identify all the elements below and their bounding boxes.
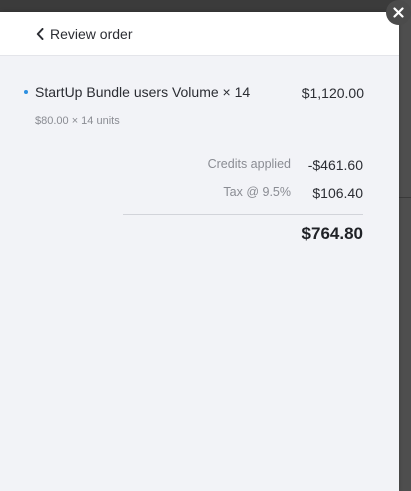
tax-row: Tax @ 9.5% $106.40 xyxy=(103,185,363,203)
chevron-left-icon xyxy=(36,28,44,40)
line-item-amount: $1,120.00 xyxy=(301,85,364,101)
back-button-label: Review order xyxy=(50,26,133,42)
close-button[interactable] xyxy=(386,0,411,25)
credits-label: Credits applied xyxy=(207,157,291,171)
line-item-name: StartUp Bundle users Volume × 14 xyxy=(35,84,251,100)
review-order-drawer: Review order StartUp Bundle users Volume… xyxy=(0,12,399,491)
back-button[interactable]: Review order xyxy=(36,24,132,44)
bullet-icon xyxy=(24,90,28,94)
tax-value: $106.40 xyxy=(312,185,363,201)
modal-backdrop xyxy=(0,0,411,12)
summary-divider xyxy=(123,214,363,215)
order-total: $764.80 xyxy=(301,224,363,243)
tax-label: Tax @ 9.5% xyxy=(223,185,291,199)
credits-value: -$461.60 xyxy=(307,157,363,173)
drawer-header: Review order xyxy=(0,12,399,56)
line-item-detail: $80.00 × 14 units xyxy=(35,115,120,127)
modal-backdrop-edge xyxy=(399,0,411,491)
backdrop-divider xyxy=(399,197,411,198)
close-icon xyxy=(393,7,404,18)
credits-row: Credits applied -$461.60 xyxy=(103,157,363,175)
